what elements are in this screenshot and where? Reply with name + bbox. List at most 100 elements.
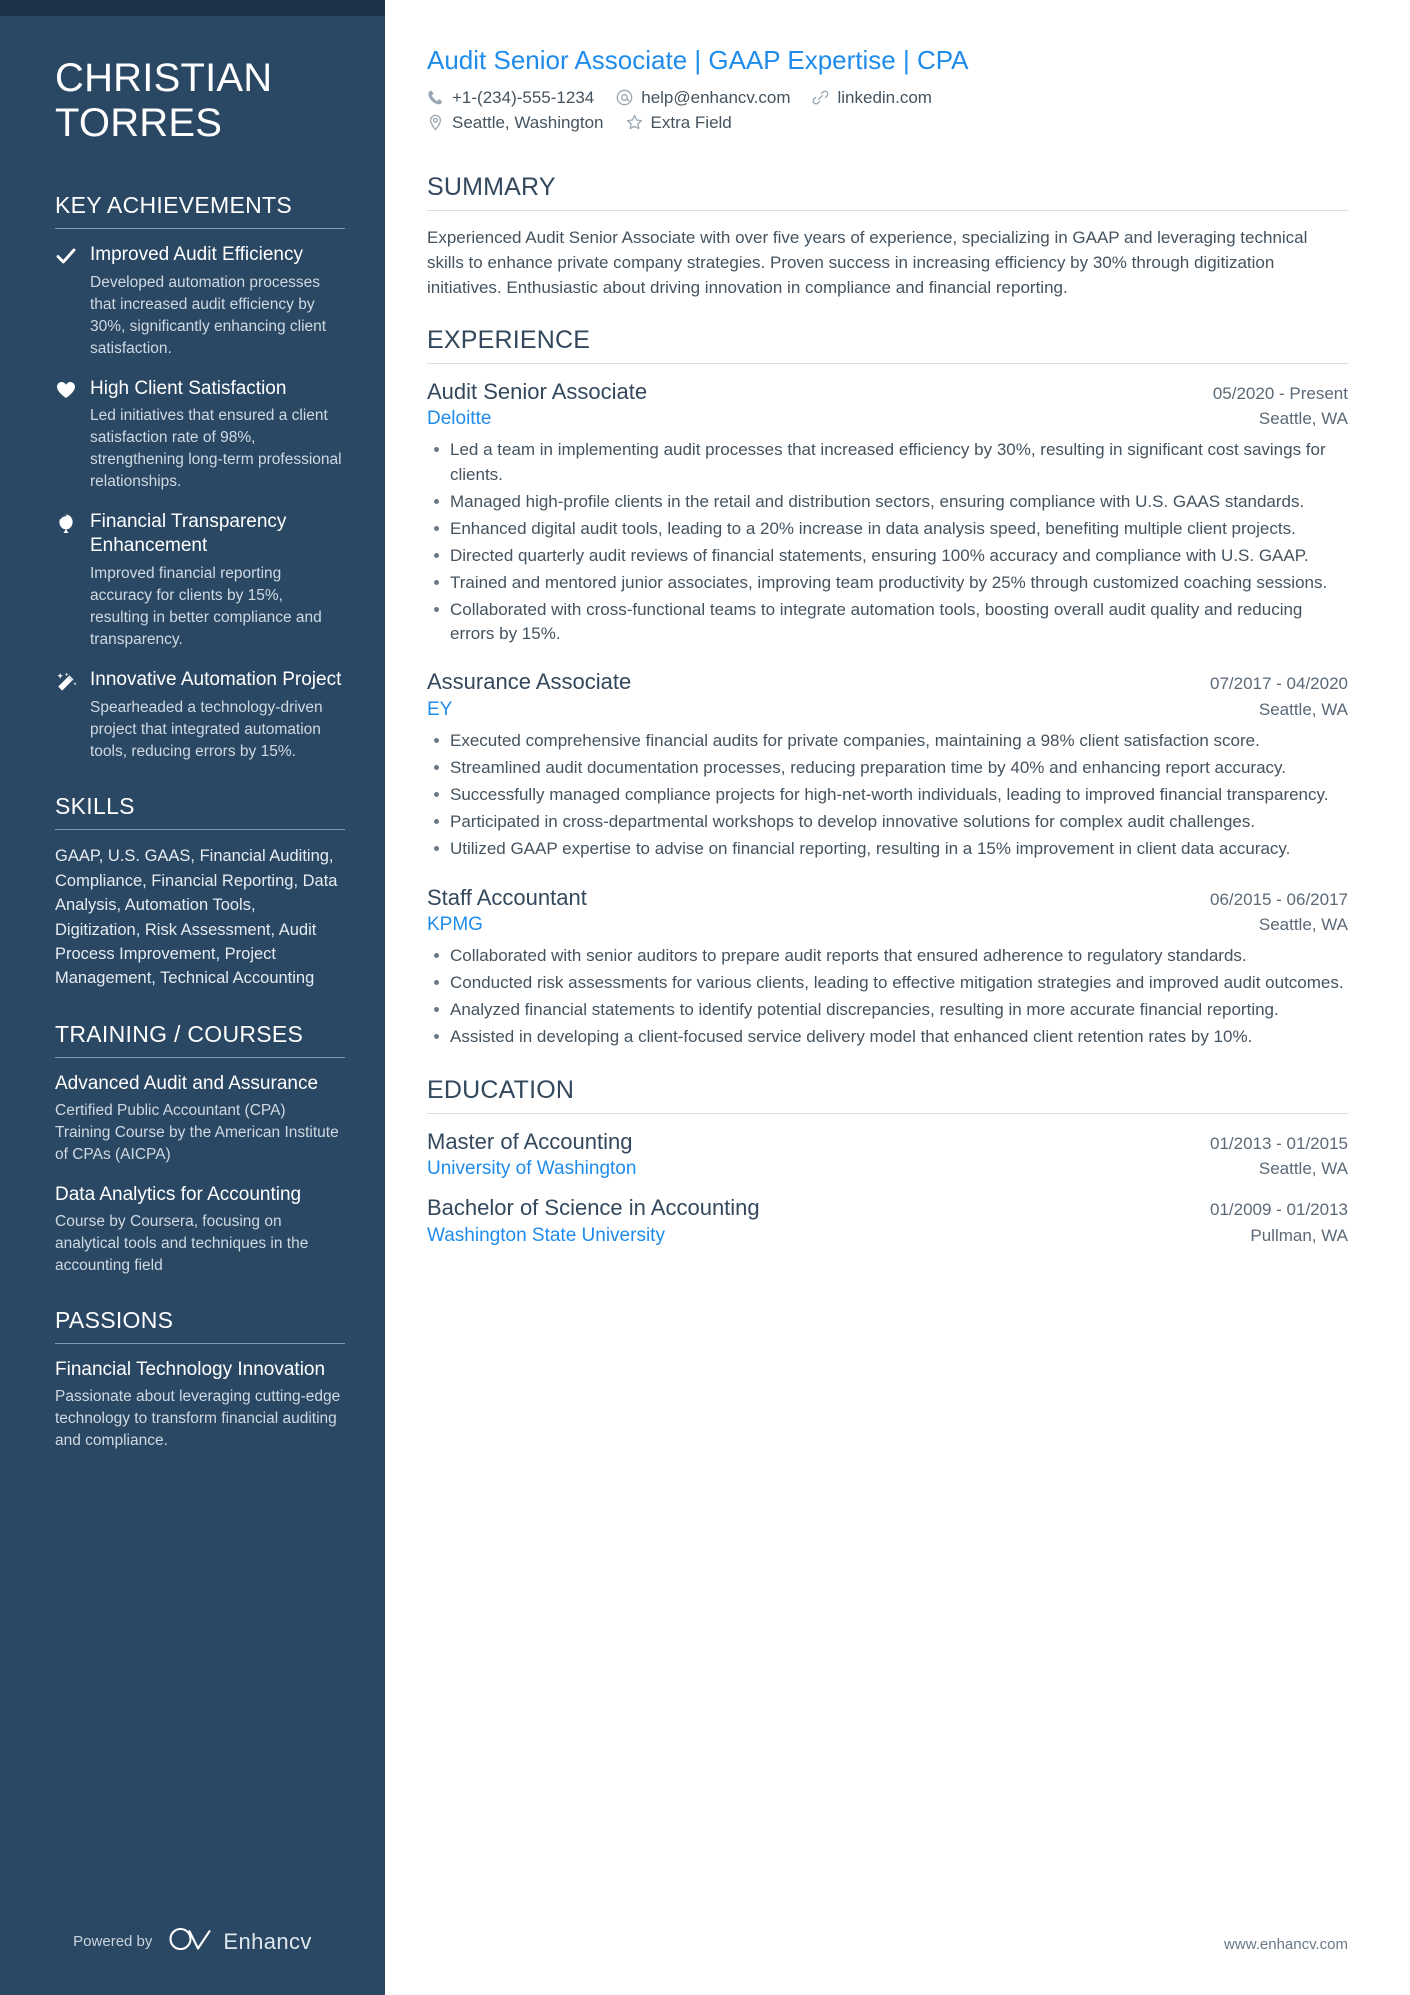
sidebar-top-strip xyxy=(0,0,385,16)
job-title: Audit Senior Associate xyxy=(427,378,648,404)
section-heading: EDUCATION xyxy=(427,1075,575,1104)
email-icon xyxy=(616,89,633,106)
divider xyxy=(427,362,1348,364)
job-location: Seattle, WA xyxy=(1258,915,1348,935)
star-icon xyxy=(626,114,643,131)
achievement-description: Led initiatives that ensured a client sa… xyxy=(90,407,342,491)
skills-list: GAAP, U.S. GAAS, Financial Auditing, Com… xyxy=(55,847,338,988)
course-item: Advanced Audit and Assurance Certified P… xyxy=(55,1072,345,1166)
education-location: Seattle, WA xyxy=(1258,1159,1348,1179)
divider xyxy=(427,209,1348,211)
divider xyxy=(55,829,345,831)
enhancv-logo-icon xyxy=(168,1926,214,1957)
contact-location-value: Seattle, Washington xyxy=(452,112,604,132)
education-dates: 01/2009 - 01/2013 xyxy=(1209,1200,1348,1220)
contact-linkedin-value: linkedin.com xyxy=(837,87,932,107)
sidebar-footer: Powered by Enhancv xyxy=(0,1926,385,1957)
check-icon xyxy=(55,243,77,360)
job-title: Assurance Associate xyxy=(427,669,632,695)
section-key-achievements: KEY ACHIEVEMENTS Improved Audit Efficien… xyxy=(55,192,345,764)
divider xyxy=(427,1112,1348,1114)
achievement-item: Innovative Automation Project Spearheade… xyxy=(55,668,345,763)
experience-entry: Audit Senior Associate 05/2020 - Present… xyxy=(427,378,1348,647)
job-title: Staff Accountant xyxy=(427,884,587,910)
divider xyxy=(55,227,345,229)
location-pin-icon xyxy=(427,114,444,131)
job-bullet: Led a team in implementing audit process… xyxy=(427,438,1348,486)
job-bullet: Successfully managed compliance projects… xyxy=(427,783,1348,807)
achievement-item: Improved Audit Efficiency Developed auto… xyxy=(55,243,345,360)
powered-by-label: Powered by xyxy=(73,1933,153,1950)
achievement-description: Developed automation processes that incr… xyxy=(90,273,327,357)
passion-description: Passionate about leveraging cutting-edge… xyxy=(55,1387,341,1449)
footer-url: www.enhancv.com xyxy=(1224,1936,1348,1953)
job-location: Seattle, WA xyxy=(1258,699,1348,719)
job-bullet-list: Led a team in implementing audit process… xyxy=(427,438,1348,646)
contact-row: +1-(234)-555-1234 help@enhancv.com linke… xyxy=(427,88,1348,108)
job-bullet: Collaborated with cross-functional teams… xyxy=(427,598,1348,646)
section-heading: KEY ACHIEVEMENTS xyxy=(55,191,293,218)
achievement-description: Improved financial reporting accuracy fo… xyxy=(90,565,322,649)
education-entry: Master of Accounting 01/2013 - 01/2015 U… xyxy=(427,1128,1348,1181)
job-bullet: Utilized GAAP expertise to advise on fin… xyxy=(427,837,1348,861)
section-skills: SKILLS GAAP, U.S. GAAS, Financial Auditi… xyxy=(55,793,345,990)
job-bullet: Executed comprehensive financial audits … xyxy=(427,729,1348,753)
job-bullet: Trained and mentored junior associates, … xyxy=(427,571,1348,595)
section-heading: TRAINING / COURSES xyxy=(55,1020,304,1047)
job-company[interactable]: EY xyxy=(427,699,452,721)
job-bullet-list: Executed comprehensive financial audits … xyxy=(427,729,1348,862)
contact-extra-field: Extra Field xyxy=(626,113,732,133)
passion-title: Financial Technology Innovation xyxy=(55,1358,326,1380)
sidebar: CHRISTIAN TORRES KEY ACHIEVEMENTS Improv… xyxy=(0,0,385,1995)
job-bullet: Assisted in developing a client-focused … xyxy=(427,1025,1348,1049)
contact-extra-field-value: Extra Field xyxy=(650,112,732,132)
education-school[interactable]: University of Washington xyxy=(427,1158,636,1180)
contact-phone-value: +1-(234)-555-1234 xyxy=(452,87,595,107)
job-location: Seattle, WA xyxy=(1258,409,1348,429)
magic-wand-icon xyxy=(55,668,77,763)
headline: Audit Senior Associate | GAAP Expertise … xyxy=(427,45,969,75)
course-description: Course by Coursera, focusing on analytic… xyxy=(55,1212,309,1274)
main-content: Audit Senior Associate | GAAP Expertise … xyxy=(385,0,1410,1995)
achievement-description: Spearheaded a technology-driven project … xyxy=(90,699,323,761)
education-degree: Bachelor of Science in Accounting xyxy=(427,1195,760,1221)
job-bullet: Directed quarterly audit reviews of fina… xyxy=(427,544,1348,568)
job-bullet: Analyzed financial statements to identif… xyxy=(427,998,1348,1022)
section-education: EDUCATION Master of Accounting 01/2013 -… xyxy=(427,1076,1348,1247)
education-degree: Master of Accounting xyxy=(427,1128,633,1154)
achievement-title: Financial Transparency Enhancement xyxy=(90,511,287,557)
job-bullet: Conducted risk assessments for various c… xyxy=(427,971,1348,995)
section-passions: PASSIONS Financial Technology Innovation… xyxy=(55,1307,345,1452)
job-bullet-list: Collaborated with senior auditors to pre… xyxy=(427,944,1348,1050)
divider xyxy=(55,1056,345,1058)
achievement-item: Financial Transparency Enhancement Impro… xyxy=(55,510,345,651)
section-heading: SUMMARY xyxy=(427,172,556,201)
section-training-courses: TRAINING / COURSES Advanced Audit and As… xyxy=(55,1021,345,1277)
enhancv-logo: Enhancv xyxy=(168,1926,311,1957)
achievement-title: Improved Audit Efficiency xyxy=(90,243,303,265)
education-school[interactable]: Washington State University xyxy=(427,1225,665,1247)
contact-row: Seattle, Washington Extra Field xyxy=(427,113,1348,133)
job-company[interactable]: KPMG xyxy=(427,914,483,936)
course-title: Data Analytics for Accounting xyxy=(55,1183,302,1205)
summary-text: Experienced Audit Senior Associate with … xyxy=(427,227,1308,297)
course-description: Certified Public Accountant (CPA) Traini… xyxy=(55,1101,339,1163)
course-item: Data Analytics for Accounting Course by … xyxy=(55,1183,345,1277)
contact-phone[interactable]: +1-(234)-555-1234 xyxy=(427,88,594,108)
job-bullet: Participated in cross-departmental works… xyxy=(427,810,1348,834)
candidate-name: CHRISTIAN TORRES xyxy=(55,56,273,145)
experience-entry: Staff Accountant 06/2015 - 06/2017 KPMG … xyxy=(427,884,1348,1050)
job-company[interactable]: Deloitte xyxy=(427,408,491,430)
link-icon xyxy=(812,89,829,106)
education-dates: 01/2013 - 01/2015 xyxy=(1209,1133,1348,1153)
contact-linkedin[interactable]: linkedin.com xyxy=(812,88,932,108)
achievement-title: High Client Satisfaction xyxy=(90,377,287,399)
contact-details: +1-(234)-555-1234 help@enhancv.com linke… xyxy=(427,88,1348,133)
section-heading: PASSIONS xyxy=(55,1306,174,1333)
contact-location: Seattle, Washington xyxy=(427,113,604,133)
section-summary: SUMMARY Experienced Audit Senior Associa… xyxy=(427,173,1348,300)
passion-item: Financial Technology Innovation Passiona… xyxy=(55,1358,345,1452)
contact-email[interactable]: help@enhancv.com xyxy=(616,88,790,108)
experience-entry: Assurance Associate 07/2017 - 04/2020 EY… xyxy=(427,668,1348,861)
achievement-item: High Client Satisfaction Led initiatives… xyxy=(55,377,345,494)
